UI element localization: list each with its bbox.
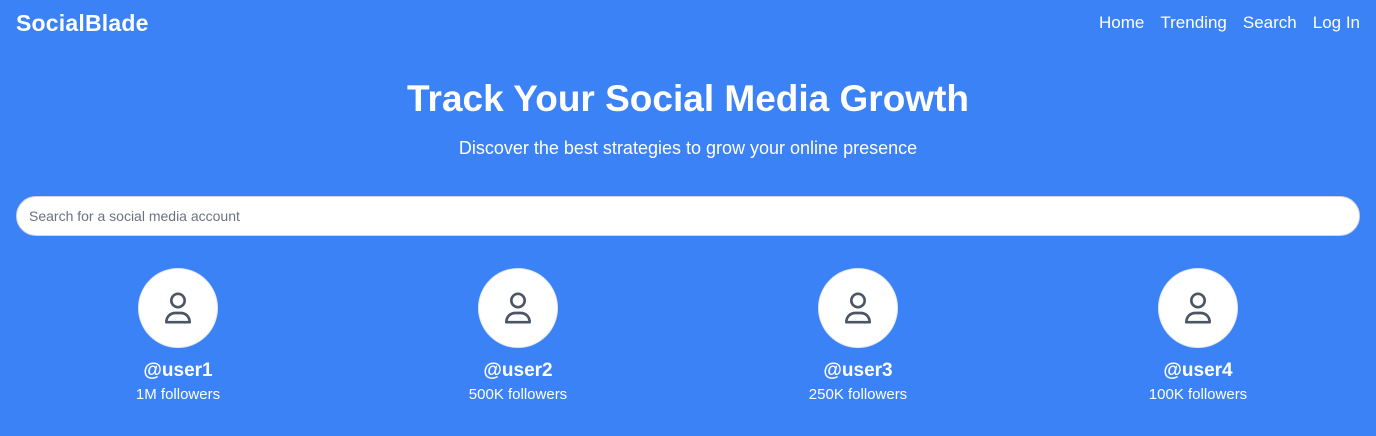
hero-subtitle: Discover the best strategies to grow you… <box>458 138 918 158</box>
nav-trending-link[interactable]: Trending <box>1160 13 1226 33</box>
nav-links: Home Trending Search Log In <box>1099 13 1360 33</box>
follower-count: 100K followers <box>1148 386 1248 403</box>
avatar[interactable] <box>478 268 558 348</box>
navbar: SocialBlade Home Trending Search Log In <box>0 0 1376 48</box>
brand-logo[interactable]: SocialBlade <box>16 10 149 37</box>
user-card-1[interactable]: @user1 1M followers <box>8 268 348 404</box>
user-icon <box>1185 292 1211 324</box>
user-handle[interactable]: @user3 <box>823 360 892 382</box>
nav-login-link[interactable]: Log In <box>1313 13 1360 33</box>
nav-home-link[interactable]: Home <box>1099 13 1144 33</box>
follower-count: 250K followers <box>808 386 908 403</box>
user-handle[interactable]: @user2 <box>483 360 552 382</box>
search-input[interactable] <box>16 196 1360 236</box>
nav-search-link[interactable]: Search <box>1243 13 1297 33</box>
user-icon <box>165 292 191 324</box>
avatar[interactable] <box>138 268 218 348</box>
user-handle[interactable]: @user4 <box>1163 360 1232 382</box>
user-card-4[interactable]: @user4 100K followers <box>1028 268 1368 404</box>
user-handle[interactable]: @user1 <box>143 360 212 382</box>
user-icon <box>845 292 871 324</box>
hero-title: Track Your Social Media Growth <box>406 78 969 119</box>
user-card-3[interactable]: @user3 250K followers <box>688 268 1028 404</box>
follower-count: 1M followers <box>135 386 221 403</box>
avatar[interactable] <box>1158 268 1238 348</box>
user-list: @user1 1M followers @user2 500K follower… <box>8 268 1368 404</box>
follower-count: 500K followers <box>468 386 568 403</box>
user-icon <box>505 292 531 324</box>
avatar[interactable] <box>818 268 898 348</box>
user-card-2[interactable]: @user2 500K followers <box>348 268 688 404</box>
